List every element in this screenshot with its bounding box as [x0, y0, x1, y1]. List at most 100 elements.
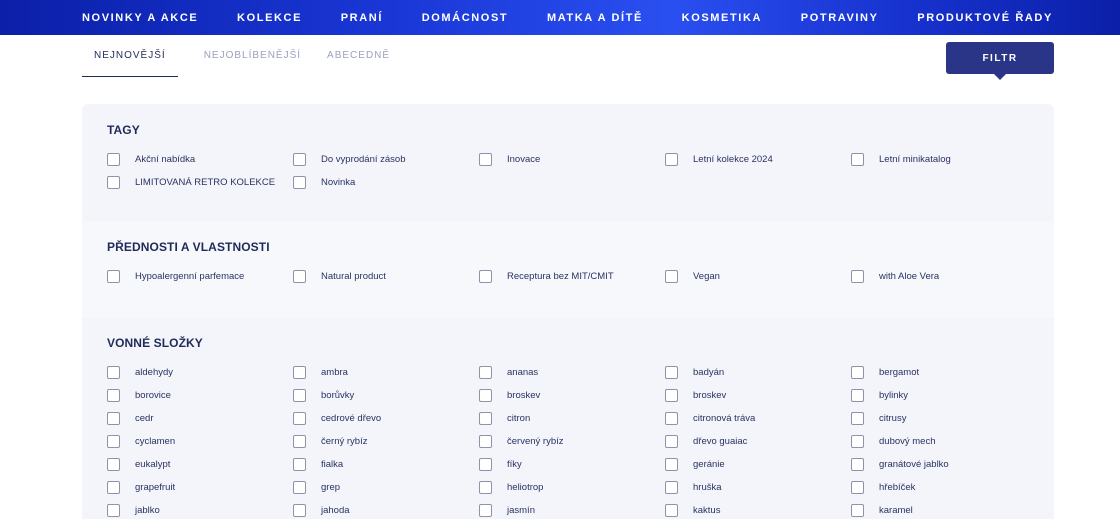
tag-option[interactable]: Novinka: [293, 171, 479, 194]
scent-option[interactable]: broskev: [479, 384, 665, 407]
scent-option[interactable]: citronová tráva: [665, 407, 851, 430]
tag-option[interactable]: Inovace: [479, 148, 665, 171]
scent-option[interactable]: cyclamen: [107, 430, 293, 453]
scent-checkbox[interactable]: [479, 504, 492, 517]
scent-option[interactable]: bergamot: [851, 361, 1037, 384]
scent-checkbox[interactable]: [851, 481, 864, 494]
scent-option[interactable]: geránie: [665, 453, 851, 476]
nav-novinky-a-akce[interactable]: NOVINKY A AKCE: [82, 12, 198, 24]
tag-option[interactable]: Do vyprodání zásob: [293, 148, 479, 171]
scent-checkbox[interactable]: [293, 481, 306, 494]
scent-checkbox[interactable]: [479, 366, 492, 379]
tag-checkbox[interactable]: [665, 153, 678, 166]
filter-button[interactable]: FILTR: [946, 42, 1054, 80]
feature-checkbox[interactable]: [479, 270, 492, 283]
sort-tab-newest[interactable]: NEJNOVĚJŠÍ: [82, 50, 178, 77]
nav-prani[interactable]: PRANÍ: [341, 12, 383, 24]
scent-checkbox[interactable]: [107, 504, 120, 517]
feature-checkbox[interactable]: [293, 270, 306, 283]
nav-produktove-rady[interactable]: PRODUKTOVÉ ŘADY: [917, 12, 1053, 24]
scent-option[interactable]: kaktus: [665, 499, 851, 519]
scent-checkbox[interactable]: [665, 412, 678, 425]
scent-option[interactable]: jahoda: [293, 499, 479, 519]
scent-checkbox[interactable]: [851, 435, 864, 448]
scent-checkbox[interactable]: [293, 435, 306, 448]
scent-option[interactable]: bylinky: [851, 384, 1037, 407]
scent-option[interactable]: borůvky: [293, 384, 479, 407]
feature-option[interactable]: Natural product: [293, 265, 479, 288]
nav-potraviny[interactable]: POTRAVINY: [801, 12, 879, 24]
scent-checkbox[interactable]: [665, 504, 678, 517]
feature-option[interactable]: Hypoalergenní parfemace: [107, 265, 293, 288]
scent-checkbox[interactable]: [851, 389, 864, 402]
scent-option[interactable]: ambra: [293, 361, 479, 384]
feature-checkbox[interactable]: [851, 270, 864, 283]
scent-option[interactable]: borovice: [107, 384, 293, 407]
scent-checkbox[interactable]: [107, 366, 120, 379]
scent-checkbox[interactable]: [107, 458, 120, 471]
tag-checkbox[interactable]: [107, 176, 120, 189]
scent-option[interactable]: karamel: [851, 499, 1037, 519]
scent-checkbox[interactable]: [479, 389, 492, 402]
scent-checkbox[interactable]: [293, 389, 306, 402]
scent-checkbox[interactable]: [665, 389, 678, 402]
scent-checkbox[interactable]: [665, 366, 678, 379]
scent-option[interactable]: badyán: [665, 361, 851, 384]
scent-option[interactable]: červený rybíz: [479, 430, 665, 453]
nav-domacnost[interactable]: DOMÁCNOST: [422, 12, 509, 24]
sort-tab-popular[interactable]: NEJOBLÍBENĚJŠÍ: [204, 50, 301, 77]
tag-option[interactable]: Letní minikatalog: [851, 148, 1037, 171]
scent-checkbox[interactable]: [851, 412, 864, 425]
tag-checkbox[interactable]: [293, 176, 306, 189]
scent-option[interactable]: aldehydy: [107, 361, 293, 384]
scent-checkbox[interactable]: [293, 366, 306, 379]
scent-checkbox[interactable]: [107, 435, 120, 448]
scent-checkbox[interactable]: [851, 366, 864, 379]
scent-checkbox[interactable]: [479, 481, 492, 494]
scent-checkbox[interactable]: [851, 504, 864, 517]
scent-option[interactable]: cedr: [107, 407, 293, 430]
scent-option[interactable]: fialka: [293, 453, 479, 476]
scent-option[interactable]: cedrové dřevo: [293, 407, 479, 430]
scent-option[interactable]: grapefruit: [107, 476, 293, 499]
scent-option[interactable]: fíky: [479, 453, 665, 476]
scent-option[interactable]: citron: [479, 407, 665, 430]
sort-tab-alphabetical[interactable]: ABECEDNĚ: [327, 50, 390, 77]
scent-checkbox[interactable]: [107, 412, 120, 425]
scent-checkbox[interactable]: [293, 458, 306, 471]
scent-option[interactable]: černý rybíz: [293, 430, 479, 453]
scent-checkbox[interactable]: [479, 435, 492, 448]
scent-checkbox[interactable]: [107, 389, 120, 402]
scent-option[interactable]: jasmín: [479, 499, 665, 519]
feature-checkbox[interactable]: [665, 270, 678, 283]
tag-checkbox[interactable]: [293, 153, 306, 166]
tag-option[interactable]: Letní kolekce 2024: [665, 148, 851, 171]
scent-option[interactable]: granátové jablko: [851, 453, 1037, 476]
scent-option[interactable]: hruška: [665, 476, 851, 499]
scent-option[interactable]: citrusy: [851, 407, 1037, 430]
scent-option[interactable]: eukalypt: [107, 453, 293, 476]
scent-option[interactable]: dřevo guaiac: [665, 430, 851, 453]
feature-checkbox[interactable]: [107, 270, 120, 283]
tag-option[interactable]: Akční nabídka: [107, 148, 293, 171]
scent-option[interactable]: jablko: [107, 499, 293, 519]
scent-checkbox[interactable]: [479, 458, 492, 471]
scent-option[interactable]: ananas: [479, 361, 665, 384]
scent-option[interactable]: dubový mech: [851, 430, 1037, 453]
scent-option[interactable]: broskev: [665, 384, 851, 407]
feature-option[interactable]: Receptura bez MIT/CMIT: [479, 265, 665, 288]
scent-checkbox[interactable]: [479, 412, 492, 425]
scent-checkbox[interactable]: [107, 481, 120, 494]
scent-option[interactable]: grep: [293, 476, 479, 499]
scent-option[interactable]: heliotrop: [479, 476, 665, 499]
tag-checkbox[interactable]: [479, 153, 492, 166]
nav-matka-a-dite[interactable]: MATKA A DÍTĚ: [547, 12, 643, 24]
feature-option[interactable]: Vegan: [665, 265, 851, 288]
scent-checkbox[interactable]: [665, 458, 678, 471]
nav-kosmetika[interactable]: KOSMETIKA: [682, 12, 762, 24]
scent-checkbox[interactable]: [665, 481, 678, 494]
scent-option[interactable]: hřebíček: [851, 476, 1037, 499]
feature-option[interactable]: with Aloe Vera: [851, 265, 1037, 288]
tag-option[interactable]: LIMITOVANÁ RETRO KOLEKCE: [107, 171, 293, 194]
scent-checkbox[interactable]: [293, 504, 306, 517]
